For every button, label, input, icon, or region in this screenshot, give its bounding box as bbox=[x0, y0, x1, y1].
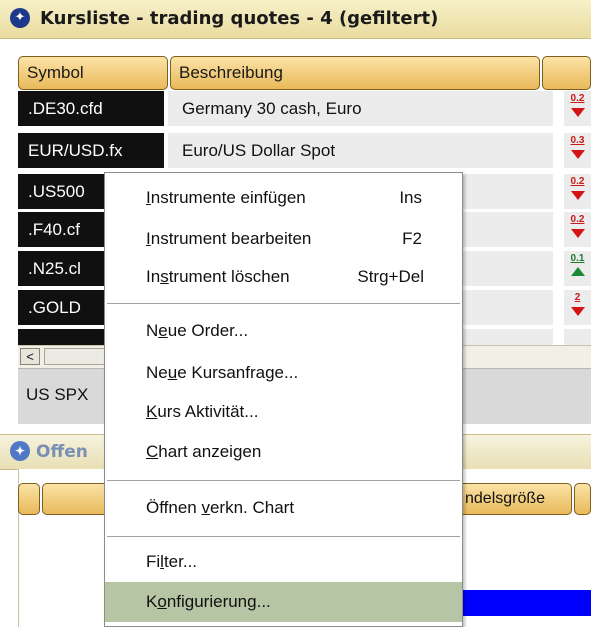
menu-item-instrument-bearbeiten[interactable]: Instrument bearbeiten F2 bbox=[105, 219, 462, 259]
shortcut-label: Strg+Del bbox=[357, 267, 424, 286]
menu-item-neue-order[interactable]: Neue Order... bbox=[105, 311, 462, 351]
app-logo-icon: ✦ bbox=[10, 441, 30, 461]
trend-cell: 0.2 bbox=[564, 212, 591, 247]
trend-cell: 0.2 bbox=[564, 174, 591, 209]
kursliste-titlebar[interactable]: ✦ Kursliste - trading quotes - 4 (gefilt… bbox=[0, 0, 591, 39]
trend-down-icon bbox=[571, 150, 585, 159]
description-cell[interactable]: Euro/US Dollar Spot bbox=[168, 133, 553, 168]
quote-row[interactable]: .DE30.cfd Germany 30 cash, Euro 0.2 bbox=[18, 91, 591, 127]
symbol-cell[interactable]: .DE30.cfd bbox=[18, 91, 164, 126]
change-value: 2 bbox=[574, 292, 581, 303]
scroll-left-button[interactable]: < bbox=[20, 348, 40, 365]
column-header-description[interactable]: Beschreibung bbox=[170, 56, 540, 90]
window-title: Kursliste - trading quotes - 4 (gefilter… bbox=[40, 8, 439, 29]
trend-cell: 2 bbox=[564, 290, 591, 325]
blue-indicator-bar bbox=[460, 590, 591, 616]
menu-separator bbox=[107, 303, 460, 304]
change-value: 0.3 bbox=[570, 135, 585, 146]
menu-item-kurs-aktivitaet[interactable]: Kurs Aktivität... bbox=[105, 392, 462, 432]
change-value: 0.2 bbox=[570, 214, 585, 225]
menu-item-instrument-loeschen[interactable]: Instrument löschen Strg+Del bbox=[105, 257, 462, 297]
change-value: 0.2 bbox=[570, 176, 585, 187]
trend-down-icon bbox=[571, 307, 585, 316]
menu-separator bbox=[107, 480, 460, 481]
menu-item-chart-anzeigen[interactable]: Chart anzeigen bbox=[105, 432, 462, 472]
menu-item-neue-kursanfrage[interactable]: Neue Kursanfrage... bbox=[105, 353, 462, 393]
quote-row[interactable]: EUR/USD.fx Euro/US Dollar Spot 0.3 bbox=[18, 133, 591, 169]
trend-cell: 0.1 bbox=[564, 251, 591, 286]
column-header-symbol[interactable]: Symbol bbox=[18, 56, 168, 90]
shortcut-label: F2 bbox=[402, 229, 422, 248]
column-header-empty-2[interactable] bbox=[42, 483, 112, 515]
column-header-change[interactable] bbox=[542, 56, 591, 90]
trend-down-icon bbox=[571, 191, 585, 200]
menu-separator bbox=[107, 536, 460, 537]
trend-cell: 0.2 bbox=[564, 91, 591, 126]
trend-cell bbox=[564, 329, 591, 345]
trend-cell: 0.3 bbox=[564, 133, 591, 168]
trend-down-icon bbox=[571, 108, 585, 117]
menu-item-instrumente-einfuegen[interactable]: Instrumente einfügen Ins bbox=[105, 178, 462, 218]
column-header-empty[interactable] bbox=[18, 483, 40, 515]
change-value: 0.1 bbox=[570, 253, 585, 264]
column-header-size-label: ndelsgröße bbox=[465, 490, 546, 507]
column-header-next[interactable] bbox=[574, 483, 591, 515]
trend-down-icon bbox=[571, 229, 585, 238]
window2-title: Offen bbox=[36, 442, 88, 462]
app-logo-icon: ✦ bbox=[10, 8, 30, 28]
context-menu[interactable]: Instrumente einfügen Ins Instrument bear… bbox=[104, 172, 463, 627]
status-text: US SPX bbox=[26, 385, 89, 404]
trend-up-icon bbox=[571, 267, 585, 276]
menu-item-filter[interactable]: Filter... bbox=[105, 542, 462, 582]
menu-item-oeffnen-verkn-chart[interactable]: Öffnen verkn. Chart bbox=[105, 488, 462, 528]
change-value: 0.2 bbox=[570, 93, 585, 104]
shortcut-label: Ins bbox=[399, 188, 422, 207]
menu-item-konfigurierung[interactable]: Konfigurierung... bbox=[105, 582, 462, 622]
symbol-cell[interactable]: EUR/USD.fx bbox=[18, 133, 164, 168]
description-cell[interactable]: Germany 30 cash, Euro bbox=[168, 91, 553, 126]
